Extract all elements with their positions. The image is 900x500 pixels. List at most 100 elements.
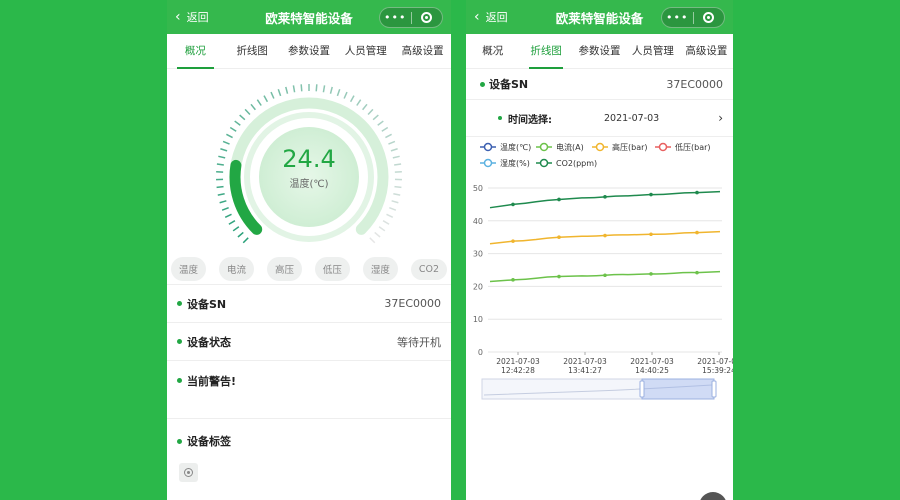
legend-marker: [595, 142, 605, 152]
current-warning-row: 当前警告!: [167, 361, 451, 419]
series-line: [489, 230, 721, 245]
y-tick-label: 20: [473, 282, 483, 291]
legend-item: 低压(bar): [655, 142, 711, 152]
tab-bar: 概况 折线图 参数设置 人员管理 高级设置: [167, 34, 451, 69]
chip-high-pressure[interactable]: 高压: [266, 257, 302, 281]
gauge-tick: [232, 226, 240, 232]
device-sn-value: 37EC0000: [666, 77, 723, 91]
gauge-tick: [393, 193, 401, 196]
device-sn-row: 设备SN 37EC0000: [466, 69, 733, 100]
back-button[interactable]: ‹ 返回: [175, 9, 209, 25]
gauge-tick: [389, 206, 397, 211]
device-sn-label: 设备SN: [187, 297, 227, 311]
target-icon: [421, 12, 433, 23]
legend-label: 电流(A): [556, 142, 584, 152]
gauge-tick: [329, 86, 333, 94]
legend-item: 电流(A): [536, 142, 584, 152]
device-sn-value: 37EC0000: [384, 297, 441, 310]
gauge-tick: [372, 114, 379, 121]
chip-co2[interactable]: CO2: [410, 258, 447, 280]
gauge-tick: [217, 193, 225, 196]
gauge-tick: [277, 88, 282, 97]
tab-personnel[interactable]: 人员管理: [337, 34, 394, 68]
data-point: [557, 235, 561, 239]
chevron-right-icon[interactable]: ›: [718, 111, 723, 125]
x-tick-label: 13:41:27: [568, 366, 602, 375]
gauge-label: 温度(℃): [289, 179, 329, 190]
time-select-label: 时间选择:: [508, 114, 552, 126]
device-sn-row: 设备SN 37EC0000: [167, 285, 451, 323]
data-point: [695, 230, 699, 235]
add-tag-button[interactable]: [179, 463, 198, 482]
bullet-dot: [480, 81, 485, 87]
gauge-tick: [234, 120, 241, 126]
legend-item: 高压(bar): [592, 142, 648, 152]
more-icon[interactable]: •••: [662, 11, 693, 24]
chip-humidity[interactable]: 湿度: [362, 257, 398, 281]
floating-button[interactable]: [699, 492, 727, 500]
time-select-row: 时间选择: 2021-07-03 ›: [466, 100, 733, 137]
legend-marker: [539, 158, 549, 168]
bullet-dot: [177, 378, 182, 383]
tab-line-chart[interactable]: 折线图: [224, 34, 281, 68]
gauge-tick: [374, 231, 381, 238]
x-tick-label: 2021-07-03: [563, 357, 607, 366]
tab-bar: 概况 折线图 参数设置 人员管理 高级设置: [466, 34, 733, 69]
bullet-dot: [498, 116, 502, 120]
legend-marker: [658, 142, 668, 152]
gauge-tick: [292, 85, 296, 93]
back-label: 返回: [186, 11, 209, 24]
y-tick-label: 40: [473, 217, 483, 226]
tab-overview[interactable]: 概况: [466, 34, 519, 68]
tab-overview[interactable]: 概况: [167, 34, 224, 69]
device-tags-row: 设备标签: [167, 419, 451, 463]
chip-temperature[interactable]: 温度: [171, 257, 207, 281]
x-tick-label: 2021-07-03: [697, 357, 733, 366]
tab-parameters[interactable]: 参数设置: [281, 34, 338, 68]
gauge-value: 24.4: [282, 145, 336, 173]
current-warning-label: 当前警告!: [187, 375, 237, 388]
gauge-tick: [250, 103, 256, 111]
gauge-tick: [242, 237, 249, 244]
gauge-tick: [219, 200, 227, 204]
gauge-tick: [239, 114, 246, 121]
tab-line-chart[interactable]: 折线图: [519, 34, 572, 69]
gauge-tick: [385, 133, 392, 139]
metric-chips: 温度 电流 高压 低压 湿度 CO2: [167, 254, 451, 285]
zoom-handle-right[interactable]: [711, 380, 717, 398]
gauge-tick: [369, 237, 376, 244]
legend-marker: [539, 142, 549, 152]
tab-advanced[interactable]: 高级设置: [394, 34, 451, 68]
legend-label: 低压(bar): [675, 142, 711, 152]
close-capsule-button[interactable]: [412, 12, 443, 23]
legend-label: 高压(bar): [612, 142, 648, 152]
tab-advanced[interactable]: 高级设置: [680, 34, 733, 68]
data-point: [603, 195, 607, 199]
gauge-tick: [382, 220, 390, 225]
header-bar: ‹ 返回 欧莱特智能设备 •••: [466, 0, 733, 34]
x-tick-label: 15:39:24: [702, 366, 733, 375]
bullet-dot: [177, 339, 182, 344]
mini-program-capsule: •••: [661, 7, 725, 28]
tab-parameters[interactable]: 参数设置: [573, 34, 626, 68]
overview-screen: ‹ 返回 欧莱特智能设备 ••• 概况 折线图 参数设置 人员管理 高级设置 2…: [167, 0, 451, 500]
gauge-tick: [388, 140, 396, 145]
back-button[interactable]: ‹ 返回: [474, 9, 508, 25]
device-status-label: 设备状态: [187, 335, 231, 349]
date-picker[interactable]: 2021-07-03: [604, 113, 659, 124]
gauge-tick: [270, 91, 275, 99]
gauge-tick: [256, 99, 262, 106]
temperature-gauge: 24.4 温度(℃): [167, 69, 451, 254]
chevron-left-icon: ‹: [175, 9, 181, 25]
zoom-handle-left[interactable]: [639, 380, 645, 398]
x-tick-label: 2021-07-03: [496, 357, 540, 366]
chip-low-pressure[interactable]: 低压: [314, 257, 350, 281]
chip-current[interactable]: 电流: [218, 257, 254, 281]
x-tick-label: 2021-07-03: [630, 357, 674, 366]
data-point: [649, 192, 653, 197]
tab-personnel[interactable]: 人员管理: [626, 34, 679, 68]
back-label: 返回: [485, 11, 508, 24]
close-capsule-button[interactable]: [694, 12, 725, 23]
more-icon[interactable]: •••: [380, 11, 411, 24]
data-point: [511, 239, 515, 243]
